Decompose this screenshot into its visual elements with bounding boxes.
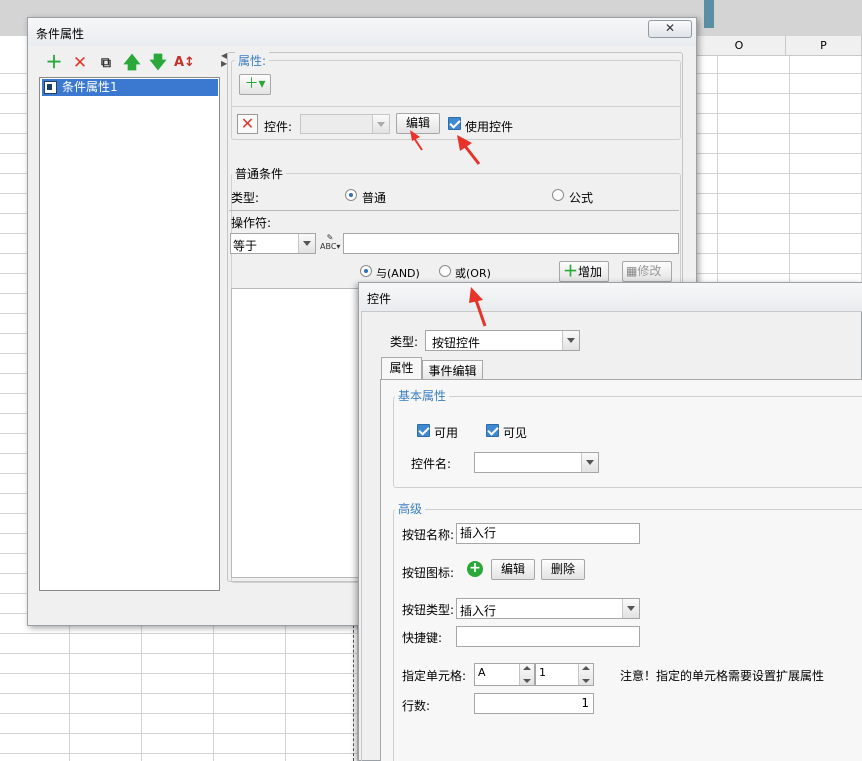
annotation-arrow	[469, 287, 487, 327]
annotation-arrow	[457, 135, 481, 165]
annotation-arrows	[410, 130, 487, 327]
annotation-arrow	[410, 130, 423, 151]
